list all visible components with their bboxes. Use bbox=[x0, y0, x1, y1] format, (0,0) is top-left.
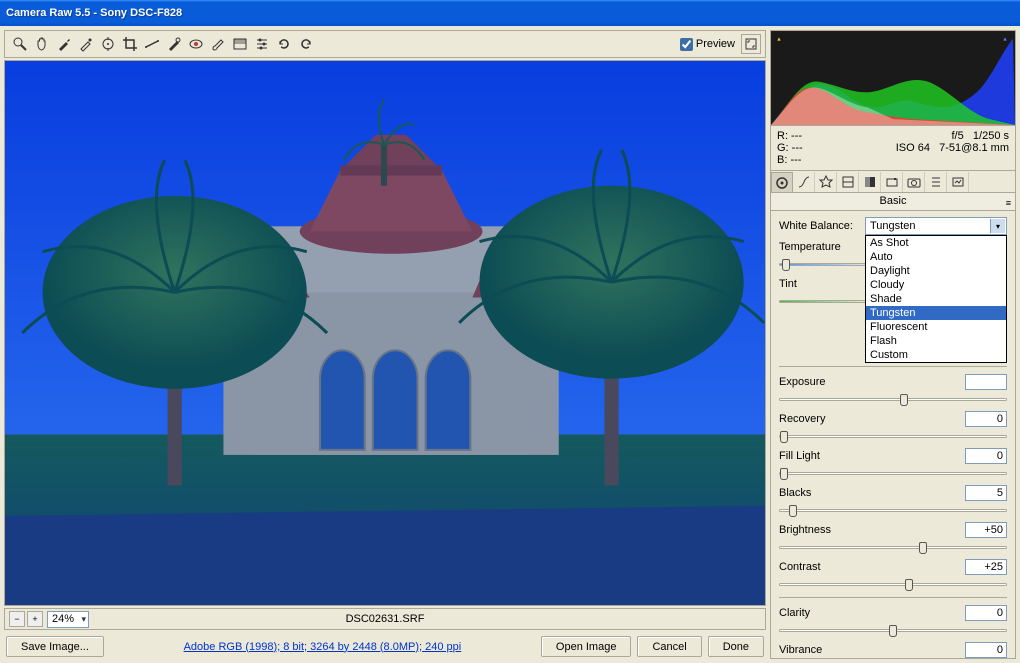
exposure-slider[interactable] bbox=[779, 394, 1007, 404]
crop-tool-icon[interactable] bbox=[120, 34, 140, 54]
zoom-tool-icon[interactable] bbox=[10, 34, 30, 54]
blacks-slider[interactable] bbox=[779, 505, 1007, 515]
rotate-cw-icon[interactable] bbox=[296, 34, 316, 54]
tab-basic[interactable] bbox=[771, 172, 793, 192]
g-readout: G: --- bbox=[777, 142, 803, 154]
panel-menu-icon[interactable]: ≡ bbox=[1006, 195, 1011, 211]
tab-detail[interactable] bbox=[815, 172, 837, 192]
rotate-ccw-icon[interactable] bbox=[274, 34, 294, 54]
vibrance-label: Vibrance bbox=[779, 644, 865, 656]
main-toolbar: Preview bbox=[4, 30, 766, 58]
filllight-value[interactable] bbox=[965, 448, 1007, 464]
tab-hsl[interactable] bbox=[837, 172, 859, 192]
filllight-slider[interactable] bbox=[779, 468, 1007, 478]
tab-presets[interactable] bbox=[925, 172, 947, 192]
brightness-label: Brightness bbox=[779, 524, 865, 536]
white-balance-select[interactable]: Tungsten ▾ bbox=[865, 217, 1007, 235]
wb-option-flash[interactable]: Flash bbox=[866, 334, 1006, 348]
shadow-clip-icon[interactable] bbox=[773, 33, 785, 45]
metadata-readout: R: --- G: --- B: --- f/5 1/250 s ISO 64 … bbox=[770, 126, 1016, 171]
panel-tabs bbox=[770, 171, 1016, 193]
temperature-label: Temperature bbox=[779, 241, 865, 253]
fullscreen-toggle-icon[interactable] bbox=[741, 34, 761, 54]
workflow-options-link[interactable]: Adobe RGB (1998); 8 bit; 3264 by 2448 (8… bbox=[116, 641, 529, 653]
clarity-label: Clarity bbox=[779, 607, 865, 619]
spot-removal-icon[interactable] bbox=[164, 34, 184, 54]
done-button[interactable]: Done bbox=[708, 636, 764, 657]
highlight-clip-icon[interactable] bbox=[1001, 33, 1013, 45]
vibrance-value[interactable] bbox=[965, 642, 1007, 658]
open-image-button[interactable]: Open Image bbox=[541, 636, 632, 657]
hand-tool-icon[interactable] bbox=[32, 34, 52, 54]
exposure-label: Exposure bbox=[779, 376, 865, 388]
wb-option-custom[interactable]: Custom bbox=[866, 348, 1006, 362]
prefs-icon[interactable] bbox=[252, 34, 272, 54]
tab-split[interactable] bbox=[859, 172, 881, 192]
wb-option-shade[interactable]: Shade bbox=[866, 292, 1006, 306]
tint-label: Tint bbox=[779, 278, 865, 290]
recovery-value[interactable] bbox=[965, 411, 1007, 427]
contrast-value[interactable] bbox=[965, 559, 1007, 575]
status-bar: − + 24% DSC02631.SRF bbox=[4, 608, 766, 630]
contrast-slider[interactable] bbox=[779, 579, 1007, 589]
zoom-select[interactable]: 24% bbox=[47, 611, 89, 628]
wb-option-as-shot[interactable]: As Shot bbox=[866, 236, 1006, 250]
zoom-in-button[interactable]: + bbox=[27, 611, 43, 627]
filllight-label: Fill Light bbox=[779, 450, 865, 462]
tab-camera[interactable] bbox=[903, 172, 925, 192]
wb-option-tungsten[interactable]: Tungsten bbox=[866, 306, 1006, 320]
image-preview[interactable] bbox=[4, 60, 766, 606]
white-balance-options-popup: As ShotAutoDaylightCloudyShadeTungstenFl… bbox=[865, 235, 1007, 363]
wb-option-daylight[interactable]: Daylight bbox=[866, 264, 1006, 278]
brightness-slider[interactable] bbox=[779, 542, 1007, 552]
blacks-value[interactable] bbox=[965, 485, 1007, 501]
window-title: Camera Raw 5.5 - Sony DSC-F828 bbox=[6, 7, 182, 19]
basic-panel: White Balance: Tungsten ▾ As ShotAutoDay… bbox=[770, 211, 1016, 659]
sampler-icon[interactable] bbox=[76, 34, 96, 54]
wb-option-auto[interactable]: Auto bbox=[866, 250, 1006, 264]
straighten-tool-icon[interactable] bbox=[142, 34, 162, 54]
clarity-value[interactable] bbox=[965, 605, 1007, 621]
tab-snapshots[interactable] bbox=[947, 172, 969, 192]
brush-tool-icon[interactable] bbox=[208, 34, 228, 54]
exposure-value[interactable] bbox=[965, 374, 1007, 390]
title-bar: Camera Raw 5.5 - Sony DSC-F828 bbox=[0, 0, 1020, 26]
target-adjust-icon[interactable] bbox=[98, 34, 118, 54]
redeye-tool-icon[interactable] bbox=[186, 34, 206, 54]
recovery-slider[interactable] bbox=[779, 431, 1007, 441]
zoom-out-button[interactable]: − bbox=[9, 611, 25, 627]
r-readout: R: --- bbox=[777, 130, 803, 142]
white-balance-label: White Balance: bbox=[779, 220, 865, 232]
preview-checkbox[interactable]: Preview bbox=[680, 38, 735, 51]
eyedropper-icon[interactable] bbox=[54, 34, 74, 54]
recovery-label: Recovery bbox=[779, 413, 865, 425]
filename-label: DSC02631.SRF bbox=[346, 613, 425, 625]
grad-filter-icon[interactable] bbox=[230, 34, 250, 54]
tab-lens[interactable] bbox=[881, 172, 903, 192]
contrast-label: Contrast bbox=[779, 561, 865, 573]
cancel-button[interactable]: Cancel bbox=[637, 636, 701, 657]
wb-option-fluorescent[interactable]: Fluorescent bbox=[866, 320, 1006, 334]
panel-title: Basic ≡ bbox=[770, 193, 1016, 211]
clarity-slider[interactable] bbox=[779, 625, 1007, 635]
tab-curve[interactable] bbox=[793, 172, 815, 192]
blacks-label: Blacks bbox=[779, 487, 865, 499]
save-image-button[interactable]: Save Image... bbox=[6, 636, 104, 657]
b-readout: B: --- bbox=[777, 154, 803, 166]
wb-option-cloudy[interactable]: Cloudy bbox=[866, 278, 1006, 292]
brightness-value[interactable] bbox=[965, 522, 1007, 538]
histogram bbox=[770, 30, 1016, 126]
